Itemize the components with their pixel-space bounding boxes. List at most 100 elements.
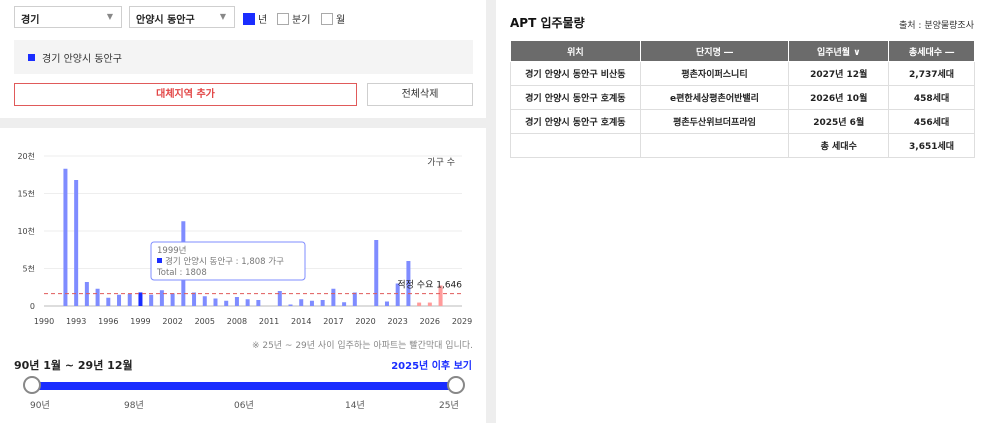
- x-tick-label: 2023: [388, 317, 408, 326]
- bar: [149, 294, 154, 306]
- x-tick-label: 2029: [452, 317, 472, 326]
- bar: [170, 293, 175, 306]
- y-tick-label: 10천: [17, 226, 35, 236]
- chart-svg: 0 5천 10천 15천 20천 1990 1993 1996 1999 2002 2005 2008…: [17, 151, 472, 326]
- col-complex-header[interactable]: 단지명 ―: [639, 40, 790, 62]
- tooltip-line1: 경기 안양시 동안구 : 1,808 가구: [165, 256, 284, 267]
- reference-label: 적정 수요 1,646: [397, 279, 462, 291]
- slider-label: 14년: [345, 401, 365, 411]
- add-region-button[interactable]: 대체지역 추가: [14, 83, 357, 106]
- bar: [224, 300, 229, 306]
- x-tick-label: 1993: [66, 317, 86, 326]
- cell-households: 458세대: [888, 85, 975, 110]
- bar: [245, 299, 250, 306]
- right-panel: APT 입주물량 출처 : 분양물량조사 위치 단지명 ― 입주년월 ∨ 총세대…: [496, 0, 988, 423]
- bar: [213, 298, 218, 306]
- cell-households: 456세대: [888, 109, 975, 134]
- chevron-down-icon: ▼: [106, 12, 113, 21]
- panel-divider: [486, 0, 496, 423]
- left-panel: 경기 ▼ 안양시 동안구 ▼ 년 분기 월 경기 안양시 동안구 대체지역 추가…: [0, 0, 486, 423]
- apt-table: 위치 단지명 ― 입주년월 ∨ 총세대수 ― 경기 안양시 동안구 비산동 평촌…: [510, 40, 975, 158]
- period-quarter-label: 분기: [292, 15, 311, 26]
- cell-empty: [639, 133, 790, 158]
- period-slider-track[interactable]: [32, 382, 456, 390]
- x-tick-label: 2005: [195, 317, 215, 326]
- checkbox-icon: [321, 12, 333, 25]
- bar: [374, 240, 379, 306]
- table-row[interactable]: 경기 안양시 동안구 호계동 e편한세상평촌어반밸리 2026년 10월 458…: [510, 85, 975, 110]
- slider-label: 06년: [234, 401, 254, 411]
- future-bar: [417, 302, 422, 306]
- bar: [159, 290, 164, 306]
- district-select[interactable]: 안양시 동안구 ▼: [129, 6, 235, 28]
- y-tick-label: 0: [30, 302, 35, 311]
- selected-region-box: 경기 안양시 동안구: [14, 40, 473, 74]
- x-tick-label: 2026: [420, 317, 440, 326]
- cell-location: 경기 안양시 동안구 호계동: [510, 109, 641, 134]
- slider-label: 98년: [124, 401, 144, 411]
- section-divider: [0, 118, 486, 128]
- apt-title: APT 입주물량: [510, 16, 585, 30]
- bar: [117, 294, 122, 306]
- chevron-down-icon: ▼: [219, 12, 226, 21]
- x-tick-label: 2014: [291, 317, 311, 326]
- province-select[interactable]: 경기 ▼: [14, 6, 122, 28]
- total-value: 3,651세대: [888, 133, 975, 158]
- slider-label: 25년: [439, 401, 459, 411]
- cell-moveindate: 2025년 6월: [788, 109, 890, 134]
- x-tick-label: 2002: [162, 317, 182, 326]
- table-row[interactable]: 경기 안양시 동안구 비산동 평촌자이퍼스니티 2027년 12월 2,737세…: [510, 61, 975, 86]
- bar: [320, 300, 325, 306]
- period-year-label: 년: [258, 15, 268, 26]
- x-tick-label: 1999: [130, 317, 150, 326]
- x-tick-label: 2011: [259, 317, 279, 326]
- apt-source: 출처 : 분양물량조사: [899, 21, 974, 31]
- period-month-checkbox[interactable]: 월: [321, 11, 345, 26]
- bar: [384, 301, 389, 306]
- bar: [256, 300, 261, 306]
- table-row[interactable]: 경기 안양시 동안구 호계동 평촌두산위브더프라임 2025년 6월 456세대: [510, 109, 975, 134]
- bar: [309, 300, 314, 306]
- col-moveindate-header[interactable]: 입주년월 ∨: [788, 40, 890, 62]
- bar: [299, 299, 304, 306]
- cell-moveindate: 2027년 12월: [788, 61, 890, 86]
- checkbox-icon: [277, 12, 289, 25]
- bar: [352, 292, 357, 306]
- province-select-value: 경기: [21, 15, 40, 26]
- bar: [331, 288, 336, 306]
- bar: [95, 288, 100, 306]
- period-quarter-checkbox[interactable]: 분기: [277, 11, 310, 26]
- district-select-value: 안양시 동안구: [136, 15, 195, 26]
- x-tick-label: 2017: [323, 317, 343, 326]
- bar: [192, 292, 197, 306]
- table-header-row: 위치 단지명 ― 입주년월 ∨ 총세대수 ―: [510, 40, 975, 62]
- delete-all-button[interactable]: 전체삭제: [367, 83, 473, 106]
- cell-empty: [510, 133, 641, 158]
- selected-region-label: 경기 안양시 동안구: [42, 54, 122, 65]
- bar: [202, 296, 207, 306]
- col-households-header[interactable]: 총세대수 ―: [888, 40, 975, 62]
- bar: [74, 180, 79, 306]
- col-location-header[interactable]: 위치: [510, 40, 641, 62]
- future-bar: [427, 302, 432, 306]
- period-year-checkbox[interactable]: 년: [243, 11, 267, 26]
- y-tick-label: 15천: [17, 189, 35, 199]
- table-total-row: 총 세대수 3,651세대: [510, 133, 975, 158]
- cell-moveindate: 2026년 10월: [788, 85, 890, 110]
- x-tick-label: 2008: [227, 317, 247, 326]
- cell-complex: 평촌자이퍼스니티: [639, 61, 790, 86]
- slider-start-handle[interactable]: [23, 376, 41, 394]
- supply-chart[interactable]: 0 5천 10천 15천 20천 1990 1993 1996 1999 2002 2005 2008…: [0, 128, 486, 338]
- after-2025-link[interactable]: 2025년 이후 보기: [391, 357, 472, 372]
- x-tick-label: 1990: [34, 317, 54, 326]
- chart-note: ※ 25년 ~ 29년 사이 입주하는 아파트는 빨간막대 입니다.: [251, 341, 473, 351]
- x-tick-label: 1996: [98, 317, 118, 326]
- tooltip-series-marker: [157, 258, 162, 263]
- series-color-square: [28, 54, 35, 61]
- slider-end-handle[interactable]: [447, 376, 465, 394]
- bar: [234, 297, 239, 306]
- cell-households: 2,737세대: [888, 61, 975, 86]
- bar: [138, 292, 143, 306]
- checkbox-checked-icon: [243, 12, 255, 25]
- bar: [63, 168, 68, 306]
